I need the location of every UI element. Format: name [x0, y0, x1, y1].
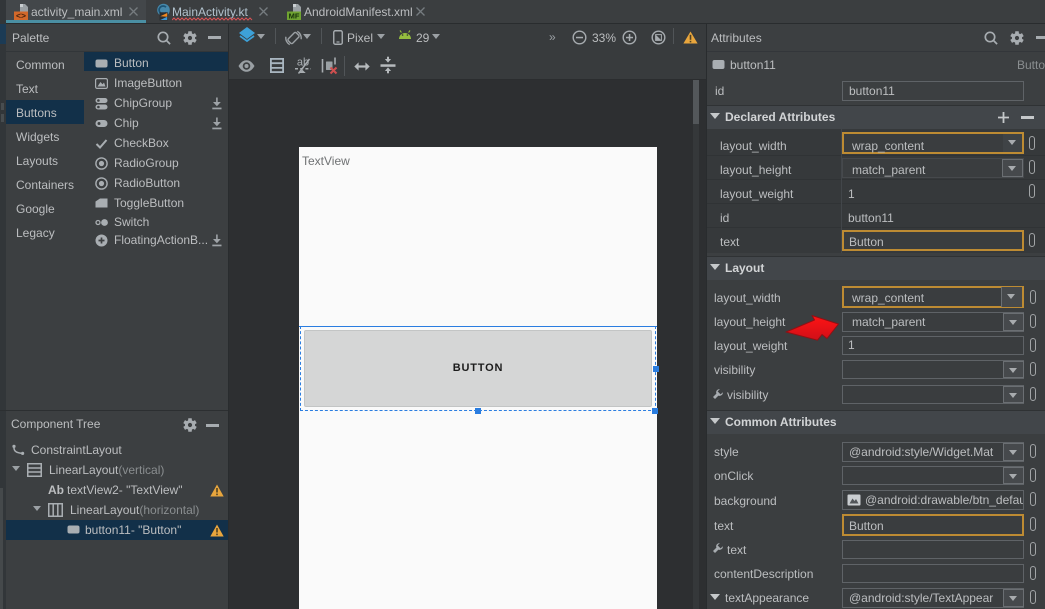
svg-text:MF: MF	[289, 12, 300, 21]
svg-text:<>: <>	[16, 11, 26, 21]
